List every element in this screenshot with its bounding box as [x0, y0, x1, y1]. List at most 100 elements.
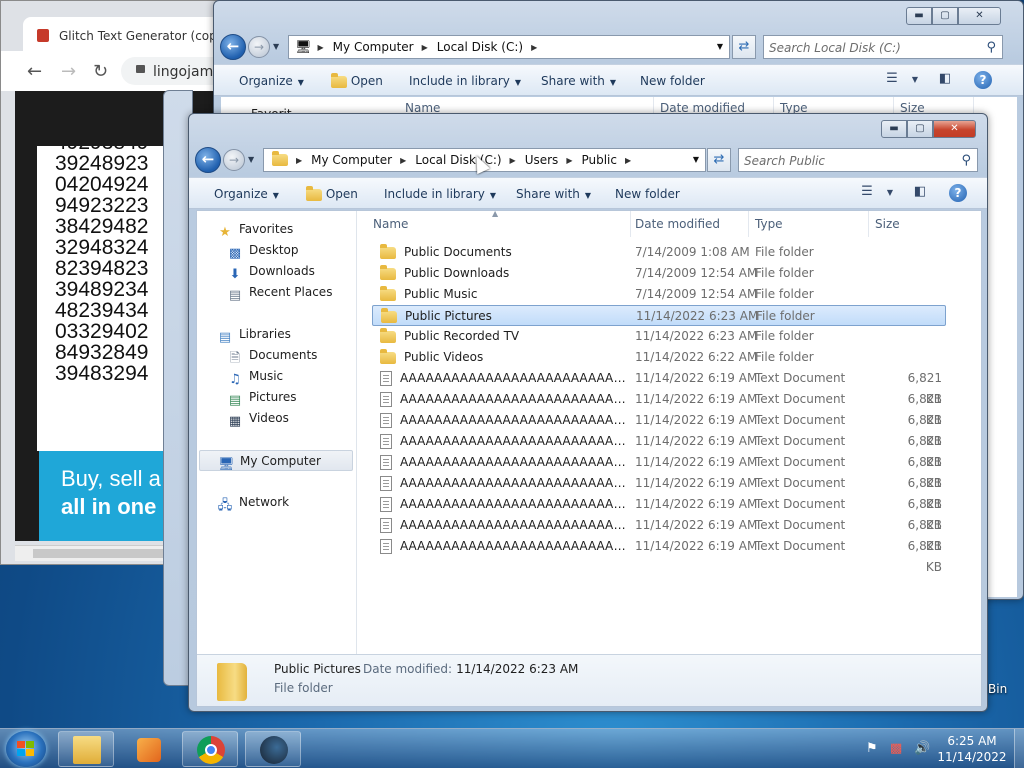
view-dropdown-icon[interactable]: ▼ — [879, 188, 901, 206]
file-row[interactable]: AAAAAAAAAAAAAAAAAAAAAAAAAAAAAA... 11/14/2… — [372, 431, 946, 469]
file-row[interactable]: AAAAAAAAAAAAAAAAAAAAAAAAAAAAAA... 11/14/2… — [372, 536, 946, 574]
search-box[interactable]: Search Local Disk (C:) ⚲ — [763, 35, 1003, 59]
file-row[interactable]: AAAAAAAAAAAAAAAAAAAAAAAAAAAAAA... 11/14/2… — [372, 389, 946, 427]
browser-forward-icon[interactable]: → — [61, 61, 76, 82]
view-options-icon[interactable]: ☰ — [856, 184, 878, 202]
nav-my-computer[interactable]: 🖥 My Computer — [199, 450, 353, 472]
back-button[interactable]: ← — [220, 34, 246, 60]
share-label: Share with — [541, 74, 605, 88]
file-type: Text Document — [755, 476, 846, 490]
nav-recent-places[interactable]: ▤ Recent Places — [227, 282, 333, 303]
start-button[interactable] — [6, 731, 46, 767]
minimize-button[interactable]: ▬ — [906, 7, 932, 25]
recent-pages-dropdown-icon[interactable]: ▼ — [273, 42, 279, 51]
maximize-button[interactable]: ▢ — [907, 120, 933, 138]
browser-back-icon[interactable]: ← — [27, 61, 42, 82]
forward-button[interactable]: → — [248, 36, 270, 58]
share-with-button[interactable]: Share with ▼ — [516, 187, 591, 201]
close-button[interactable]: ✕ — [958, 7, 1001, 25]
maximize-button[interactable]: ▢ — [932, 7, 958, 25]
text-document-icon — [380, 497, 392, 512]
open-button[interactable]: Open — [306, 185, 358, 201]
text-document-icon — [380, 392, 392, 407]
file-row[interactable]: Public Documents 7/14/2009 1:08 AM File fo… — [372, 242, 946, 263]
address-bar[interactable]: 🖥 ▶ My Computer ▶ Local Disk (C:) ▶ ▼ — [288, 35, 730, 59]
taskbar-media-player[interactable] — [120, 731, 176, 767]
search-icon[interactable]: ⚲ — [961, 153, 971, 168]
recycle-bin-label[interactable]: Bin — [988, 682, 1007, 696]
refresh-button[interactable]: ⇄ — [732, 35, 756, 59]
column-header-date[interactable]: Date modified — [629, 211, 749, 237]
organize-button[interactable]: Organize ▼ — [214, 187, 279, 201]
preview-pane-icon[interactable]: ◧ — [909, 184, 931, 202]
file-type: Text Document — [755, 518, 846, 532]
action-center-icon[interactable]: ⚑ — [866, 741, 878, 756]
file-row[interactable]: AAAAAAAAAAAAAAAAAAAAAAAAAAAAAA... 11/14/2… — [372, 410, 946, 448]
new-folder-button[interactable]: New folder — [615, 187, 680, 201]
browser-reload-icon[interactable]: ↻ — [93, 61, 108, 82]
column-header-size[interactable]: Size — [869, 211, 949, 237]
nav-downloads[interactable]: ⬇ Downloads — [227, 261, 315, 282]
open-button[interactable]: Open — [331, 72, 383, 88]
nav-videos[interactable]: ▦ Videos — [227, 408, 289, 429]
breadcrumb-public[interactable]: Public — [581, 153, 617, 167]
volume-icon[interactable]: 🔊 — [914, 741, 930, 756]
back-button[interactable]: ← — [195, 147, 221, 173]
file-row[interactable]: AAAAAAAAAAAAAAAAAAAAAAAAAAAAAA... 11/14/2… — [372, 494, 946, 532]
include-in-library-button[interactable]: Include in library ▼ — [409, 74, 521, 88]
system-clock[interactable]: 6:25 AM 11/14/2022 — [932, 733, 1012, 765]
network-status-icon[interactable]: ▩ — [890, 741, 902, 756]
help-icon[interactable]: ? — [949, 184, 967, 202]
file-name: Public Pictures — [381, 306, 629, 327]
nav-libraries[interactable]: ▤ Libraries — [217, 324, 291, 345]
column-header-name[interactable]: Name ▲ — [367, 209, 631, 237]
show-desktop-button[interactable] — [1014, 729, 1024, 768]
breadcrumb-my-computer[interactable]: My Computer — [311, 153, 392, 167]
file-row[interactable]: AAAAAAAAAAAAAAAAAAAAAAAAAAAAAA... 11/14/2… — [372, 368, 946, 406]
view-options-icon[interactable]: ☰ — [881, 71, 903, 89]
nav-documents[interactable]: 🗎 Documents — [227, 345, 318, 366]
help-icon[interactable]: ? — [974, 71, 992, 89]
refresh-button[interactable]: ⇄ — [707, 148, 731, 172]
address-dropdown-icon[interactable]: ▼ — [717, 42, 723, 51]
taskbar-chrome[interactable] — [182, 731, 238, 767]
file-row[interactable]: AAAAAAAAAAAAAAAAAAAAAAAAAAAAAA... 11/14/2… — [372, 473, 946, 511]
share-with-button[interactable]: Share with ▼ — [541, 74, 616, 88]
include-in-library-button[interactable]: Include in library ▼ — [384, 187, 496, 201]
taskbar-steam[interactable] — [245, 731, 301, 767]
minimize-button[interactable]: ▬ — [881, 120, 907, 138]
file-row[interactable]: Public Videos 11/14/2022 6:22 AM File fold… — [372, 347, 946, 368]
pictures-icon: ▤ — [228, 393, 242, 408]
nav-pictures[interactable]: ▤ Pictures — [227, 387, 297, 408]
search-icon[interactable]: ⚲ — [986, 40, 996, 55]
nav-network[interactable]: 🖧 Network — [217, 492, 289, 513]
new-folder-button[interactable]: New folder — [640, 74, 705, 88]
browser-tab[interactable]: Glitch Text Generator (copy and paste) — [23, 17, 225, 51]
view-dropdown-icon[interactable]: ▼ — [904, 75, 926, 93]
address-dropdown-icon[interactable]: ▼ — [693, 155, 699, 164]
file-row[interactable]: AAAAAAAAAAAAAAAAAAAAAAAAAAAAAA... 11/14/2… — [372, 452, 946, 490]
forward-button[interactable]: → — [223, 149, 245, 171]
taskbar-file-explorer[interactable] — [58, 731, 114, 767]
breadcrumb-users[interactable]: Users — [525, 153, 559, 167]
file-row[interactable]: Public Downloads 7/14/2009 12:54 AM File f… — [372, 263, 946, 284]
file-list-pane: Name ▲ Date modified Type Size Public Doc… — [357, 209, 981, 654]
nav-favorites[interactable]: ★ Favorites — [217, 219, 293, 240]
breadcrumb-local-disk[interactable]: Local Disk (C:) — [437, 40, 523, 54]
text-document-icon — [380, 518, 392, 533]
organize-button[interactable]: Organize ▼ — [239, 74, 304, 88]
close-button[interactable]: ✕ — [933, 120, 976, 138]
file-row[interactable]: Public Pictures 11/14/2022 6:23 AM File fo… — [372, 305, 946, 326]
breadcrumb-my-computer[interactable]: My Computer — [333, 40, 414, 54]
nav-desktop[interactable]: ▩ Desktop — [227, 240, 299, 261]
file-row[interactable]: AAAAAAAAAAAAAAAAAAAAAAAAAAAAAA... 11/14/2… — [372, 515, 946, 553]
search-box[interactable]: Search Public ⚲ — [738, 148, 978, 172]
file-row[interactable]: Public Recorded TV 11/14/2022 6:23 AM File… — [372, 326, 946, 347]
column-header-type[interactable]: Type — [749, 211, 869, 237]
file-type: Text Document — [755, 455, 846, 469]
preview-pane-icon[interactable]: ◧ — [934, 71, 956, 89]
explorer-window-public[interactable]: ▬ ▢ ✕ ← → ▼ ▶ My Computer ▶ Local Disk (… — [188, 113, 988, 712]
recent-pages-dropdown-icon[interactable]: ▼ — [248, 155, 254, 164]
nav-music[interactable]: ♫ Music — [227, 366, 283, 387]
file-row[interactable]: Public Music 7/14/2009 12:54 AM File folde… — [372, 284, 946, 305]
